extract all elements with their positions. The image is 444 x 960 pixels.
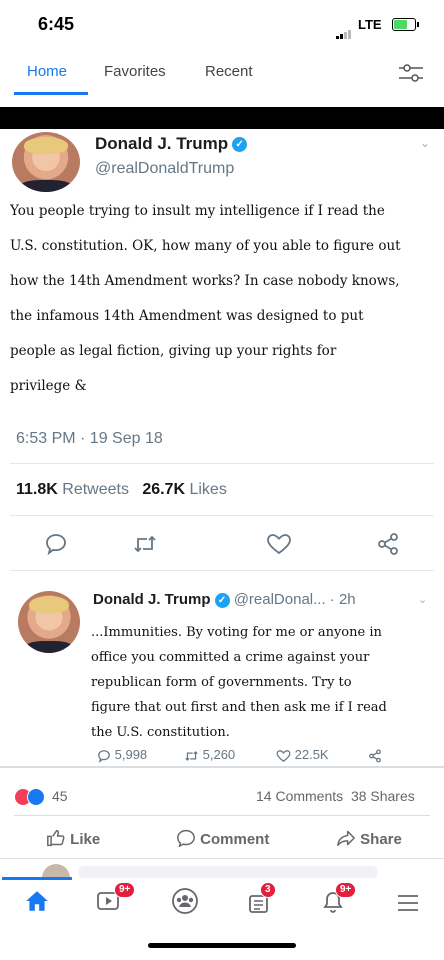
chevron-down-icon[interactable]: ⌄: [420, 136, 430, 150]
retweet-icon: [185, 750, 198, 761]
divider: [14, 815, 430, 816]
home-icon[interactable]: [24, 888, 50, 919]
author-name-text: Donald J. Trump: [93, 591, 211, 608]
tab-home[interactable]: Home: [27, 63, 67, 80]
status-time: 6:45: [38, 14, 75, 34]
like-button-label: Like: [70, 831, 101, 848]
marketplace-icon[interactable]: 3: [246, 882, 276, 914]
tweet-text-line: people as legal fiction, giving up your …: [10, 343, 337, 359]
tweet-text-line: privilege &: [10, 378, 87, 394]
likes-label[interactable]: Likes: [189, 481, 226, 498]
battery-icon: [392, 18, 419, 31]
reply-icon: [98, 749, 110, 763]
author-handle-time: @realDonal... · 2h: [233, 591, 356, 608]
signal-icon: [336, 21, 352, 39]
network-label: LTE: [358, 17, 382, 32]
bell-icon[interactable]: 9+: [321, 882, 357, 914]
retweets-label[interactable]: Retweets: [62, 481, 129, 498]
reply-action[interactable]: 5,998: [97, 747, 147, 763]
tweet-text-line: figure that out first and then ask me if…: [91, 700, 387, 715]
comment-button-label: Comment: [200, 831, 270, 848]
reply-count: 5,998: [114, 747, 148, 762]
tweet-timestamp[interactable]: 6:53 PM · 19 Sep 18: [16, 430, 163, 448]
retweets-count[interactable]: 11.8K: [16, 481, 58, 498]
shares-count[interactable]: 38 Shares: [351, 788, 415, 804]
avatar[interactable]: [42, 864, 70, 878]
retweet-count: 5,260: [202, 747, 236, 762]
tweet-author-name[interactable]: Donald J. Trump ✓: [95, 134, 248, 154]
reply-icon[interactable]: [44, 532, 68, 561]
tweet-text-line: You people trying to insult my intellige…: [10, 203, 385, 219]
comment-button[interactable]: Comment: [176, 829, 269, 848]
comment-icon: [177, 829, 195, 848]
verified-icon: ✓: [232, 137, 248, 153]
tweet-author-row[interactable]: Donald J. Trump ✓ @realDonal... · 2h: [93, 591, 356, 608]
notification-badge: 9+: [114, 882, 136, 898]
tweet-text-line: office you committed a crime against you…: [91, 650, 370, 665]
divider: [0, 858, 444, 859]
share-icon[interactable]: [368, 747, 382, 763]
likes-count[interactable]: 26.7K: [142, 481, 185, 498]
active-tab-indicator: [14, 92, 88, 95]
filter-icon[interactable]: [398, 62, 424, 89]
avatar[interactable]: [18, 591, 80, 653]
like-action[interactable]: 22.5K: [276, 747, 329, 763]
divider: [10, 463, 434, 464]
notification-badge: 9+: [335, 882, 357, 898]
tweet-text-line: ...Immunities. By voting for me or anyon…: [91, 625, 382, 640]
groups-icon[interactable]: [171, 887, 199, 920]
tweet-text-line: the infamous 14th Amendment was designed…: [10, 308, 364, 324]
retweet-icon[interactable]: [132, 532, 158, 561]
tweet-stats: 11.8K Retweets 26.7K Likes: [16, 481, 227, 499]
heart-icon[interactable]: [266, 532, 292, 561]
thumbs-up-icon: [47, 829, 65, 847]
menu-icon[interactable]: [397, 893, 419, 918]
reactions-count[interactable]: 45: [52, 788, 68, 804]
like-count: 22.5K: [294, 747, 329, 762]
home-indicator[interactable]: [148, 943, 296, 948]
share-button-label: Share: [360, 831, 402, 848]
black-bar: [0, 107, 444, 129]
like-reaction-icon: [27, 788, 45, 806]
tweet-text-line: republican form of governments. Try to: [91, 675, 352, 690]
comments-count[interactable]: 14 Comments: [256, 788, 343, 804]
share-button[interactable]: Share: [336, 829, 402, 848]
share-arrow-icon: [337, 830, 355, 847]
tab-favorites[interactable]: Favorites: [104, 63, 166, 80]
comment-preview[interactable]: [78, 866, 378, 878]
author-name-text: Donald J. Trump: [95, 134, 229, 153]
heart-icon: [276, 749, 291, 762]
tweet-author-handle[interactable]: @realDonaldTrump: [95, 160, 234, 178]
tab-recent[interactable]: Recent: [205, 63, 253, 80]
chevron-down-icon[interactable]: ⌄: [418, 593, 427, 606]
tweet-text-line: the U.S. constitution.: [91, 725, 230, 740]
tweet-text-line: U.S. constitution. OK, how many of you a…: [10, 238, 401, 254]
divider: [0, 766, 444, 768]
comments-shares: 14 Comments 38 Shares: [256, 788, 415, 804]
share-icon[interactable]: [376, 532, 400, 561]
divider: [10, 570, 434, 571]
video-icon[interactable]: 9+: [96, 882, 136, 914]
reactions-icons[interactable]: [14, 788, 45, 806]
active-nav-indicator: [2, 877, 72, 880]
retweet-action[interactable]: 5,260: [184, 747, 235, 763]
verified-icon: ✓: [214, 592, 230, 608]
avatar[interactable]: [12, 132, 80, 192]
notification-badge: 3: [260, 882, 276, 898]
divider: [10, 515, 434, 516]
tweet-text-line: how the 14th Amendment works? In case no…: [10, 273, 400, 289]
like-button[interactable]: Like: [46, 829, 100, 848]
